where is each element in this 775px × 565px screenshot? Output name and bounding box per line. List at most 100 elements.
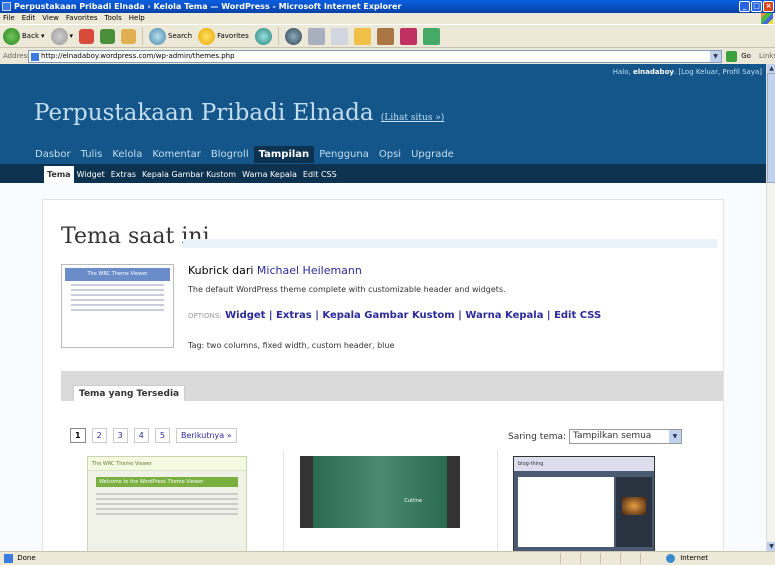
chevron-down-icon[interactable]: ▾ xyxy=(41,32,45,40)
minimize-button[interactable]: _ xyxy=(739,1,750,12)
vertical-scrollbar[interactable]: ▲ ▼ xyxy=(766,64,775,551)
windows-logo-icon xyxy=(761,13,773,24)
submenu-edit-css[interactable]: Edit CSS xyxy=(300,166,340,183)
submenu-kepala-gambar[interactable]: Kepala Gambar Kustom xyxy=(139,166,239,183)
search-button[interactable]: Search xyxy=(149,27,192,45)
folder-icon[interactable] xyxy=(353,27,371,45)
address-bar: Address http://elnadaboy.wordpress.com/w… xyxy=(0,49,775,64)
scroll-up-icon[interactable]: ▲ xyxy=(767,64,775,73)
screenshot-line xyxy=(71,289,164,291)
thumb-line xyxy=(96,503,238,505)
toolbar-separator xyxy=(277,27,279,45)
tool-icon[interactable] xyxy=(422,27,440,45)
globe-icon xyxy=(666,553,675,563)
menu-pengguna[interactable]: Pengguna xyxy=(314,146,374,163)
search-icon xyxy=(149,27,167,45)
thumb-header: The WRC Theme Viewer xyxy=(88,457,246,471)
home-icon[interactable] xyxy=(121,28,137,44)
menu-opsi[interactable]: Opsi xyxy=(374,146,406,163)
go-arrow-icon xyxy=(726,50,737,62)
theme-author-link[interactable]: Michael Heilemann xyxy=(257,264,362,277)
filter-label: Saring tema: xyxy=(508,432,567,442)
history-icon[interactable] xyxy=(284,27,302,45)
back-arrow-icon xyxy=(3,27,20,45)
theme-filter: Saring tema: Tampilkan semua ▼ xyxy=(508,429,682,444)
media-icon[interactable] xyxy=(254,27,272,45)
menu-edit[interactable]: Edit xyxy=(22,13,36,24)
forward-button[interactable]: ▾ xyxy=(50,27,74,45)
page-5[interactable]: 5 xyxy=(154,428,170,443)
user-info: Halo, elnadaboy. [Log Keluar, Profil Say… xyxy=(613,68,762,76)
menu-tulis[interactable]: Tulis xyxy=(76,146,108,163)
back-button[interactable]: Back ▾ xyxy=(3,27,45,45)
theme-thumbnail[interactable]: The WRC Theme Viewer Welcome to the Word… xyxy=(87,456,247,551)
browser-toolbar: Back ▾ ▾ Search Favorites xyxy=(0,24,775,48)
theme-thumbnail[interactable]: blog-thing xyxy=(513,456,655,551)
menu-file[interactable]: File xyxy=(3,13,15,24)
main-menu: Dasbor Tulis Kelola Komentar Blogroll Ta… xyxy=(30,146,459,163)
available-themes-tab[interactable]: Tema yang Tersedia xyxy=(73,385,186,401)
thumb-photo xyxy=(622,497,646,515)
print-icon[interactable] xyxy=(307,27,325,45)
close-button[interactable]: × xyxy=(763,1,774,12)
submenu-widget[interactable]: Widget xyxy=(74,166,108,183)
page-2[interactable]: 2 xyxy=(91,428,107,443)
forward-arrow-icon xyxy=(50,27,68,45)
user-links[interactable]: . [Log Keluar, Profil Saya] xyxy=(674,68,762,76)
thumb-label: Cutline xyxy=(404,498,422,504)
menu-help[interactable]: Help xyxy=(129,13,145,24)
chevron-down-icon[interactable]: ▼ xyxy=(668,430,681,443)
screenshot-line xyxy=(71,294,164,296)
menu-view[interactable]: View xyxy=(42,13,59,24)
menu-tools[interactable]: Tools xyxy=(105,13,122,24)
thumb-header: blog-thing xyxy=(514,457,654,471)
address-dropdown-icon[interactable]: ▼ xyxy=(710,51,721,62)
submenu-tema[interactable]: Tema xyxy=(44,166,74,183)
theme-thumbnail[interactable]: Cutline xyxy=(300,456,460,551)
favorites-button[interactable]: Favorites xyxy=(198,27,249,45)
menu-favorites[interactable]: Favorites xyxy=(66,13,98,24)
scroll-down-icon[interactable]: ▼ xyxy=(767,542,775,551)
menu-kelola[interactable]: Kelola xyxy=(107,146,147,163)
chevron-down-icon[interactable]: ▾ xyxy=(70,32,74,40)
address-input[interactable]: http://elnadaboy.wordpress.com/wp-admin/… xyxy=(28,50,722,63)
menu-komentar[interactable]: Komentar xyxy=(147,146,206,163)
mail-icon[interactable] xyxy=(330,27,348,45)
themes-panel: Tema saat ini The WRC Theme Viewer Kubri… xyxy=(42,199,724,551)
page-1[interactable]: 1 xyxy=(70,428,86,443)
links-button[interactable]: Links xyxy=(759,49,775,64)
menu-tampilan[interactable]: Tampilan xyxy=(253,146,315,163)
wp-header: Halo, elnadaboy. [Log Keluar, Profil Say… xyxy=(0,64,766,142)
thumb-banner: Welcome to the WordPress Theme Viewer xyxy=(96,477,238,487)
thumb-line xyxy=(96,508,238,510)
menu-blogroll[interactable]: Blogroll xyxy=(206,146,254,163)
submenu-warna-kepala[interactable]: Warna Kepala xyxy=(239,166,300,183)
stop-icon[interactable] xyxy=(79,28,95,44)
page-3[interactable]: 3 xyxy=(112,428,128,443)
theme-description: The default WordPress theme complete wit… xyxy=(188,285,506,294)
status-separator xyxy=(560,553,561,564)
filter-select[interactable]: Tampilkan semua ▼ xyxy=(568,429,682,444)
go-label: Go xyxy=(741,52,751,60)
screenshot-line xyxy=(71,309,164,311)
page-4[interactable]: 4 xyxy=(133,428,149,443)
star-icon xyxy=(198,27,216,45)
options-links[interactable]: Widget | Extras | Kepala Gambar Kustom |… xyxy=(225,310,601,321)
menu-dasbor[interactable]: Dasbor xyxy=(30,146,76,163)
scroll-thumb[interactable] xyxy=(767,73,775,183)
status-separator xyxy=(620,553,621,564)
menu-upgrade[interactable]: Upgrade xyxy=(406,146,459,163)
blog-title-text: Perpustakaan Pribadi Elnada xyxy=(34,100,374,126)
screenshot-line xyxy=(71,299,164,301)
refresh-icon[interactable] xyxy=(100,28,116,44)
maximize-button[interactable]: □ xyxy=(751,1,762,12)
research-icon[interactable] xyxy=(376,27,394,45)
visit-site-link[interactable]: (Lihat situs ») xyxy=(381,113,444,123)
messenger-icon[interactable] xyxy=(399,27,417,45)
back-label: Back xyxy=(22,32,39,40)
submenu-extras[interactable]: Extras xyxy=(108,166,139,183)
username: elnadaboy xyxy=(632,68,674,76)
theme-options: OPTIONS: Widget | Extras | Kepala Gambar… xyxy=(188,310,601,321)
next-page-button[interactable]: Berikutnya » xyxy=(175,428,237,443)
go-button[interactable]: Go xyxy=(726,49,751,64)
